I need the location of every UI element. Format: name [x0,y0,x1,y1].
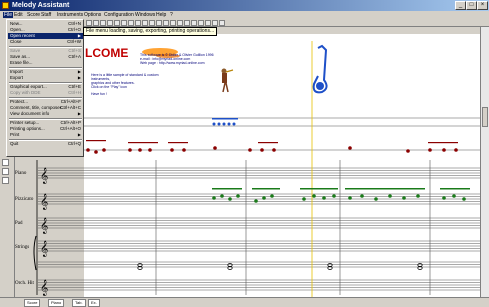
description-line: Click on the "Play" icon [91,85,127,89]
red-notes [86,140,458,154]
menu-item-shortcut: Ctrl+Q [67,141,81,146]
trumpeter-icon [221,68,234,93]
vertical-scrollbar[interactable] [480,27,489,297]
select-tool-icon[interactable] [2,177,9,184]
file-menu-item-erase-file[interactable]: Erase file... [8,60,83,66]
eraser-tool-icon[interactable] [2,168,9,175]
svg-text:𝄞: 𝄞 [40,194,48,210]
sample-description: Here is a little sample of standard & cu… [91,73,161,89]
svg-text:𝄞: 𝄞 [40,280,48,296]
svg-text:𝄞: 𝄞 [40,218,48,234]
staff-lines [38,117,480,291]
file-menu-item-print[interactable]: Print ▶ [8,132,83,138]
menu-item-label: Export [10,75,24,80]
file-menu-item-copy-with-dde[interactable]: Copy with DDE Ctrl+H [8,90,83,96]
blue-notes [212,118,238,126]
instrument-label-strings[interactable]: Strings [15,245,29,251]
instrument-label-orchhit[interactable]: Orch. Hit [15,281,34,287]
strings-brace [33,235,37,271]
treble-clefs: 𝄞 𝄞 𝄞 𝄞 𝄞 [40,168,48,296]
menu-item-label: Copy with DDE [10,90,41,95]
scrollbar-thumb[interactable] [482,107,488,127]
menu-item-label: Print [10,132,20,137]
pencil-tool-icon[interactable] [2,159,9,166]
file-menu-item-close[interactable]: Close Ctrl+W [8,39,83,45]
instrument-label-pad[interactable]: Pad [15,221,23,227]
file-menu-item-export[interactable]: Export ▶ [8,75,83,81]
menu-item-label: Quit [10,141,19,146]
copyright-info: This software is © Didier & Olivier Guil… [140,53,235,65]
file-menu-item-quit[interactable]: Quit Ctrl+Q [8,141,83,147]
bar-lines [155,160,431,295]
submenu-arrow-icon: ▶ [77,75,81,80]
svg-text:𝄞: 𝄞 [40,241,48,257]
menu-item-shortcut: Ctrl+H [68,90,81,95]
menu-item-label: Close [10,39,22,44]
tool-palette [0,157,15,297]
saxophone-icon [312,44,328,94]
svg-text:𝄞: 𝄞 [40,168,48,184]
submenu-arrow-icon: ▶ [77,111,81,116]
instrument-label-pizzicato[interactable]: Pizzicato [15,197,33,203]
submenu-arrow-icon: ▶ [77,132,81,137]
description-line: Here is a little sample of standard & cu… [91,73,159,81]
welcome-heading: LCOME [85,46,129,60]
have-fun-text: Have fun ! [91,92,107,96]
menu-item-shortcut: Ctrl+W [67,39,81,44]
instrument-label-piano[interactable]: Piano [15,171,26,177]
green-notes [212,188,470,203]
menu-item-label: View document info [10,111,50,116]
info-line: Web page : http://www.myriad-online.com [140,61,205,65]
file-menu: New... Ctrl+N Open... Ctrl+O Open recent ▶ Clo… [6,19,84,157]
menu-item-label: Erase file... [10,60,33,65]
file-menu-item-view-document-info[interactable]: View document info ▶ [8,111,83,117]
menu-tooltip: File menu loading, saving, exporting, pr… [83,27,218,36]
